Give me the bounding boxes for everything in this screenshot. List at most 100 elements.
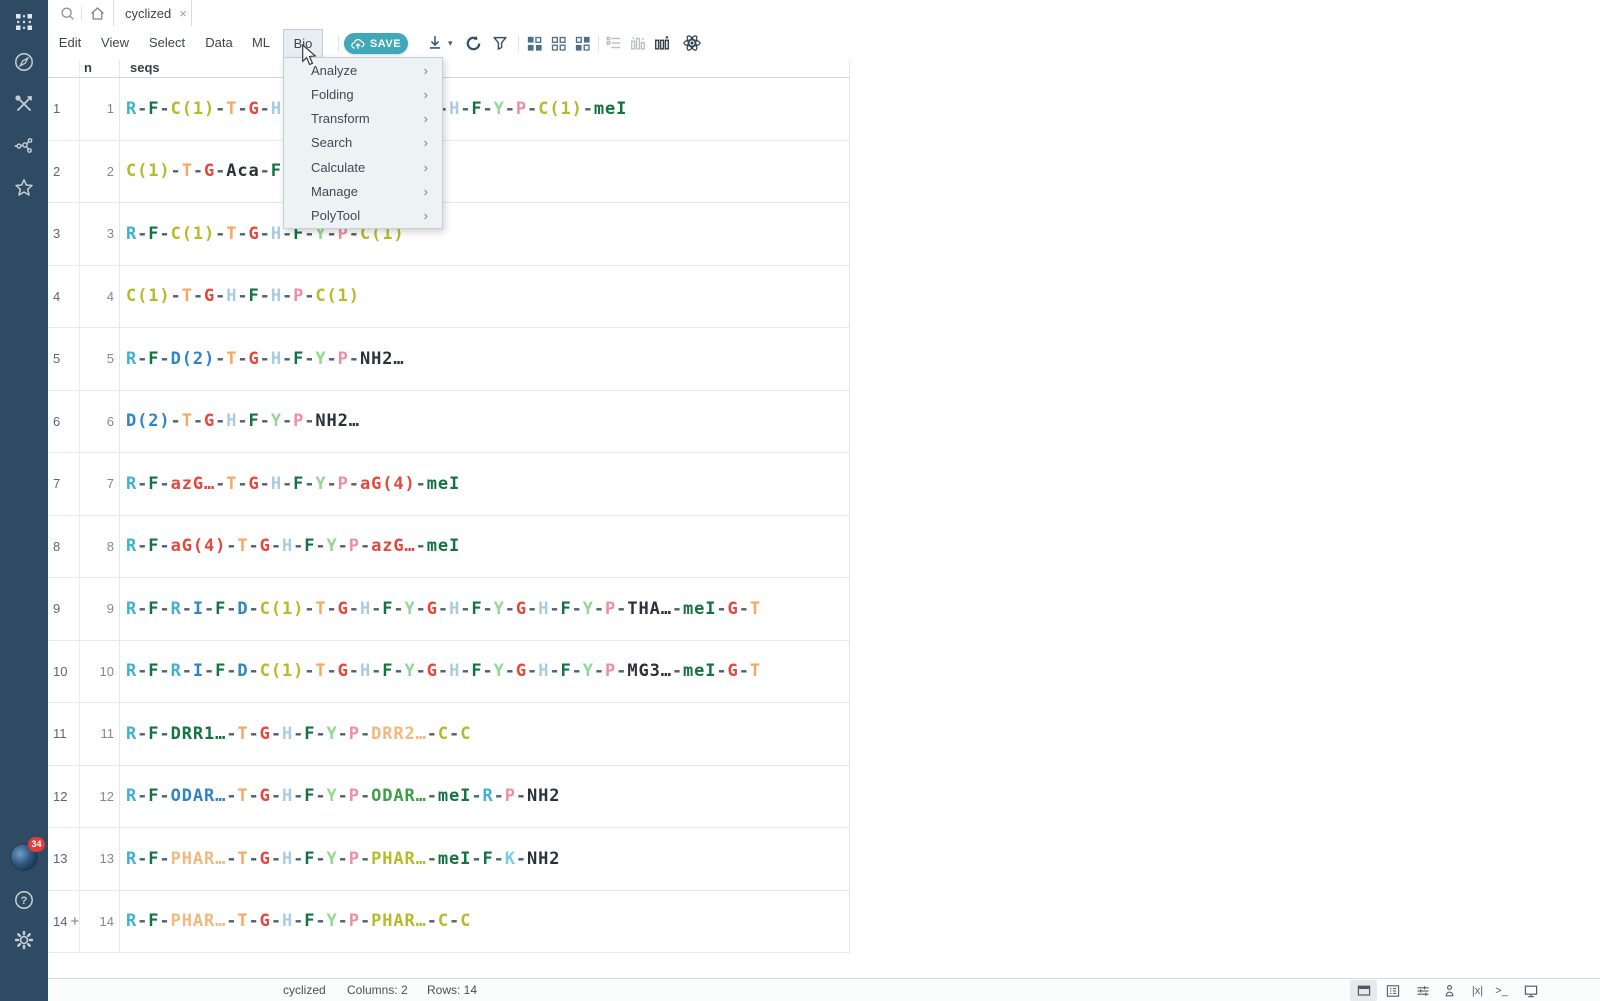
table-row[interactable]: 11R-F-C(1)- T-G-H-F-Y-G-H-F-Y-G-H-F-Y-P-… bbox=[48, 78, 1600, 141]
menu-data[interactable]: Data bbox=[203, 26, 234, 60]
row-number-cell[interactable]: 8 bbox=[48, 516, 80, 579]
help-icon[interactable]: ? bbox=[0, 886, 48, 914]
table-row[interactable]: 55R-F-D(2)- T-G-H-F-Y-P-NH2… bbox=[48, 328, 1600, 391]
table-row[interactable]: 88R-F-aG(4)- T-G-H-F-Y-P-azG…- meI bbox=[48, 516, 1600, 579]
browse-compass-icon[interactable] bbox=[0, 48, 48, 76]
cell-sequence[interactable]: R-F-PHAR…- T-G-H-F-Y-P-PHAR…- meI- F-K-N… bbox=[120, 828, 850, 891]
columns-dark-icon[interactable] bbox=[652, 33, 672, 53]
menu-select[interactable]: Select bbox=[147, 26, 187, 60]
tab-close-icon[interactable]: × bbox=[179, 6, 187, 21]
ai-atom-icon[interactable] bbox=[682, 33, 702, 53]
cell-n-value[interactable]: 11 bbox=[80, 703, 120, 766]
table-row[interactable]: 14+14R-F-PHAR…- T-G-H-F-Y-P-PHAR…- C-C bbox=[48, 891, 1600, 954]
menu-item-folding[interactable]: Folding› bbox=[284, 82, 442, 106]
cell-sequence[interactable]: R-F-ODAR…- T-G-H-F-Y-P-ODAR…- meI- R-P-N… bbox=[120, 766, 850, 829]
menu-item-analyze[interactable]: Analyze› bbox=[284, 58, 442, 82]
tab-cyclized[interactable]: cyclized × bbox=[113, 0, 192, 26]
row-number-cell[interactable]: 12 bbox=[48, 766, 80, 829]
menu-item-calculate[interactable]: Calculate› bbox=[284, 155, 442, 179]
menu-ml[interactable]: ML bbox=[250, 26, 272, 60]
presentation-icon[interactable] bbox=[1521, 981, 1540, 1000]
table-row[interactable]: 1313R-F-PHAR…- T-G-H-F-Y-P-PHAR…- meI- F… bbox=[48, 828, 1600, 891]
layout-grid-1-icon[interactable] bbox=[524, 33, 544, 53]
cell-sequence[interactable]: C(1)- T-G-Aca- F bbox=[120, 141, 850, 204]
cell-n-value[interactable]: 14 bbox=[80, 891, 120, 954]
cell-n-value[interactable]: 10 bbox=[80, 641, 120, 704]
save-button[interactable]: SAVE bbox=[344, 33, 408, 54]
settings-gear-icon[interactable] bbox=[0, 926, 48, 954]
add-row-icon[interactable]: + bbox=[70, 913, 79, 930]
menu-item-search[interactable]: Search› bbox=[284, 131, 442, 155]
grid-view-icon[interactable] bbox=[1354, 981, 1373, 1000]
row-number-cell[interactable]: 2 bbox=[48, 141, 80, 204]
layout-grid-2-icon[interactable] bbox=[548, 33, 568, 53]
menu-item-manage[interactable]: Manage› bbox=[284, 179, 442, 203]
cell-n-value[interactable]: 8 bbox=[80, 516, 120, 579]
row-number-cell[interactable]: 1 bbox=[48, 78, 80, 141]
cell-n-value[interactable]: 6 bbox=[80, 391, 120, 454]
variables-icon[interactable]: |x| bbox=[1468, 981, 1487, 1000]
tools-icon[interactable] bbox=[0, 90, 48, 118]
row-number-cell[interactable]: 7 bbox=[48, 453, 80, 516]
download-icon[interactable] bbox=[425, 33, 445, 53]
table-row[interactable]: 1010R-F-R-I-F-D-C(1)- T-G-H-F-Y-G-H-F-Y-… bbox=[48, 641, 1600, 704]
row-number-cell[interactable]: 5 bbox=[48, 328, 80, 391]
user-view-icon[interactable] bbox=[1440, 981, 1459, 1000]
cell-n-value[interactable]: 2 bbox=[80, 141, 120, 204]
row-number-cell[interactable]: 4 bbox=[48, 266, 80, 329]
filter-icon[interactable] bbox=[490, 33, 510, 53]
cell-sequence[interactable]: R-F-C(1)- T-G-H-F-Y-G-H-F-Y-G-H-F-Y-P-C(… bbox=[120, 78, 850, 141]
row-number-cell[interactable]: 13 bbox=[48, 828, 80, 891]
table-row[interactable]: 77R-F-azG…- T-G-H-F-Y-P-aG(4)- meI bbox=[48, 453, 1600, 516]
column-header-n[interactable]: n bbox=[80, 60, 120, 78]
cell-n-value[interactable]: 1 bbox=[80, 78, 120, 141]
download-caret-icon[interactable]: ▾ bbox=[448, 33, 453, 53]
table-row[interactable]: 1111R-F-DRR1…- T-G-H-F-Y-P-DRR2…- C-C bbox=[48, 703, 1600, 766]
table-row[interactable]: 99R-F-R-I-F-D-C(1)- T-G-H-F-Y-G-H-F-Y-G-… bbox=[48, 578, 1600, 641]
cell-sequence[interactable]: R-F-C(1)- T-G-H-F-Y-P-C(1) bbox=[120, 203, 850, 266]
row-number-cell[interactable]: 14+ bbox=[48, 891, 80, 954]
cell-n-value[interactable]: 13 bbox=[80, 828, 120, 891]
cell-n-value[interactable]: 9 bbox=[80, 578, 120, 641]
sliders-icon[interactable] bbox=[1413, 981, 1432, 1000]
row-number-cell[interactable]: 9 bbox=[48, 578, 80, 641]
cell-sequence[interactable]: R-F-PHAR…- T-G-H-F-Y-P-PHAR…- C-C bbox=[120, 891, 850, 954]
search-icon[interactable] bbox=[56, 3, 78, 23]
cell-sequence[interactable]: R-F-R-I-F-D-C(1)- T-G-H-F-Y-G-H-F-Y-G-H-… bbox=[120, 578, 850, 641]
cell-sequence[interactable]: R-F-D(2)- T-G-H-F-Y-P-NH2… bbox=[120, 328, 850, 391]
menu-item-transform[interactable]: Transform› bbox=[284, 107, 442, 131]
console-icon[interactable]: >_ bbox=[1492, 981, 1511, 1000]
user-avatar[interactable]: 34 bbox=[10, 843, 38, 871]
table-row[interactable]: 66D(2)- T-G-H-F-Y-P-NH2… bbox=[48, 391, 1600, 454]
network-icon[interactable] bbox=[0, 132, 48, 160]
cell-n-value[interactable]: 5 bbox=[80, 328, 120, 391]
row-number-cell[interactable]: 10 bbox=[48, 641, 80, 704]
cell-n-value[interactable]: 12 bbox=[80, 766, 120, 829]
favorites-star-icon[interactable] bbox=[0, 174, 48, 202]
menu-bio[interactable]: Bio bbox=[283, 29, 323, 60]
cell-sequence[interactable]: R-F-aG(4)- T-G-H-F-Y-P-azG…- meI bbox=[120, 516, 850, 579]
form-view-icon[interactable] bbox=[1383, 981, 1402, 1000]
menu-item-polytool[interactable]: PolyTool› bbox=[284, 204, 442, 228]
tree-list-icon[interactable] bbox=[604, 33, 624, 53]
cell-n-value[interactable]: 4 bbox=[80, 266, 120, 329]
app-logo-icon[interactable] bbox=[0, 8, 48, 36]
cell-sequence[interactable]: R-F-R-I-F-D-C(1)- T-G-H-F-Y-G-H-F-Y-G-H-… bbox=[120, 641, 850, 704]
menu-edit[interactable]: Edit bbox=[57, 26, 83, 60]
cell-sequence[interactable]: R-F-DRR1…- T-G-H-F-Y-P-DRR2…- C-C bbox=[120, 703, 850, 766]
histogram-gray-icon[interactable] bbox=[628, 33, 648, 53]
table-row[interactable]: 44C(1)- T-G-H-F-H-P-C(1) bbox=[48, 266, 1600, 329]
menu-view[interactable]: View bbox=[99, 26, 131, 60]
column-header-seqs[interactable]: seqs bbox=[120, 60, 850, 78]
row-number-cell[interactable]: 11 bbox=[48, 703, 80, 766]
layout-grid-3-icon[interactable] bbox=[572, 33, 592, 53]
refresh-icon[interactable] bbox=[463, 33, 483, 53]
table-row[interactable]: 33R-F-C(1)- T-G-H-F-Y-P-C(1) bbox=[48, 203, 1600, 266]
home-icon[interactable] bbox=[86, 3, 108, 23]
cell-sequence[interactable]: R-F-azG…- T-G-H-F-Y-P-aG(4)- meI bbox=[120, 453, 850, 516]
cell-n-value[interactable]: 3 bbox=[80, 203, 120, 266]
cell-n-value[interactable]: 7 bbox=[80, 453, 120, 516]
row-number-cell[interactable]: 3 bbox=[48, 203, 80, 266]
table-row[interactable]: 1212R-F-ODAR…- T-G-H-F-Y-P-ODAR…- meI- R… bbox=[48, 766, 1600, 829]
row-number-cell[interactable]: 6 bbox=[48, 391, 80, 454]
